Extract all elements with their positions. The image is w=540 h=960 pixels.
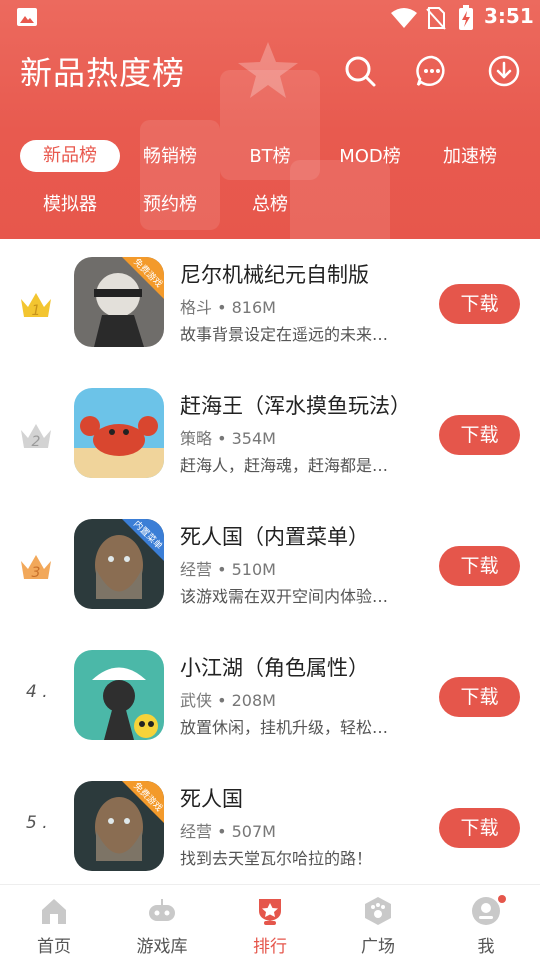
header: 3:51 新品热度榜 新品榜 畅销榜 BT榜 MOD榜 加速榜 模拟器 预约榜 … [0, 0, 540, 239]
status-bar: 3:51 [0, 0, 540, 36]
tab-reservation[interactable]: 预约榜 [130, 189, 210, 221]
list-item[interactable]: 2 赶海王（浑水摸鱼玩法） 策略 • 354M 赶海人，赶海魂，赶海都是… 下载 [0, 370, 540, 501]
app-meta: 经营 • 507M [180, 822, 276, 841]
star-decor-icon [238, 42, 298, 98]
app-title: 死人国 [180, 787, 243, 811]
nav-label: 广场 [361, 937, 395, 957]
app-icon[interactable]: 免费游戏 [74, 257, 164, 347]
plaza-icon [365, 897, 391, 925]
message-icon[interactable] [415, 54, 449, 88]
app-icon[interactable]: 内置菜单 [74, 519, 164, 609]
tab-overall[interactable]: 总榜 [235, 189, 305, 221]
list-item[interactable]: 1 免费游戏 尼尔机械纪元自制版 格斗 • 816M 故事背景设定在遥远的未来…… [0, 239, 540, 370]
app-title: 小江湖（角色属性） [180, 656, 369, 680]
tab-bestseller[interactable]: 畅销榜 [130, 141, 210, 173]
no-sim-icon [426, 7, 446, 30]
app-icon[interactable]: 免费游戏 [74, 781, 164, 871]
notification-dot [498, 895, 506, 903]
tab-speedup[interactable]: 加速榜 [430, 141, 510, 173]
app-title: 死人国（内置菜单） [180, 525, 369, 549]
list-item[interactable]: 4 . 小江湖（角色属性） 武侠 • 208M 放置休闲，挂机升级，轻松… 下载 [0, 632, 540, 763]
nav-label: 游戏库 [136, 937, 188, 957]
app-desc: 故事背景设定在遥远的未来… [180, 325, 389, 344]
search-icon[interactable] [343, 54, 377, 88]
app-desc: 找到去天堂瓦尔哈拉的路！ [180, 849, 373, 868]
nav-label: 我 [477, 937, 495, 957]
nav-home[interactable]: 首页 [0, 885, 108, 960]
app-meta: 经营 • 510M [180, 560, 276, 579]
gold-crown-icon: 1 [21, 293, 51, 319]
tab-bt[interactable]: BT榜 [235, 141, 305, 173]
app-desc: 赶海人，赶海魂，赶海都是… [180, 456, 389, 475]
nav-label: 排行 [253, 937, 287, 957]
download-icon[interactable] [487, 54, 521, 88]
app-meta: 格斗 • 816M [180, 298, 276, 317]
download-button[interactable]: 下载 [439, 677, 520, 717]
app-title: 赶海王（浑水摸鱼玩法） [180, 394, 411, 418]
nav-label: 首页 [37, 937, 71, 957]
home-icon [42, 899, 66, 924]
app-icon[interactable] [74, 650, 164, 740]
list-item[interactable]: 3 内置菜单 死人国（内置菜单） 经营 • 510M 该游戏需在双开空间内体验…… [0, 501, 540, 632]
battery-charging-icon [459, 5, 473, 30]
gamepad-icon [149, 899, 175, 921]
app-meta: 策略 • 354M [180, 429, 276, 448]
nav-ranking[interactable]: 排行 [216, 885, 324, 960]
page-title: 新品热度榜 [20, 54, 186, 92]
app-meta: 武侠 • 208M [180, 691, 276, 710]
download-button[interactable]: 下载 [439, 546, 520, 586]
status-time: 3:51 [484, 4, 534, 28]
nav-plaza[interactable]: 广场 [324, 885, 432, 960]
image-icon [17, 8, 37, 26]
svg-text:2: 2 [32, 434, 41, 450]
bronze-crown-icon: 3 [21, 555, 51, 581]
svg-text:1: 1 [32, 303, 41, 319]
download-button[interactable]: 下载 [439, 415, 520, 455]
wifi-icon [391, 8, 417, 28]
tab-emulator[interactable]: 模拟器 [30, 189, 110, 221]
nav-game-library[interactable]: 游戏库 [108, 885, 216, 960]
ranking-icon [259, 899, 281, 925]
bottom-nav: 首页 游戏库 排行 广场 我 [0, 884, 540, 960]
app-desc: 放置休闲，挂机升级，轻松… [180, 718, 389, 737]
svg-text:3: 3 [32, 565, 41, 581]
app-desc: 该游戏需在双开空间内体验… [180, 587, 389, 606]
silver-crown-icon: 2 [21, 424, 51, 450]
app-icon[interactable] [74, 388, 164, 478]
tab-mod[interactable]: MOD榜 [330, 141, 410, 173]
nav-me[interactable]: 我 [432, 885, 540, 960]
list-item[interactable]: 5 . 免费游戏 死人国 经营 • 507M 找到去天堂瓦尔哈拉的路！ 下载 [0, 763, 540, 894]
tab-new[interactable]: 新品榜 [20, 140, 120, 172]
download-button[interactable]: 下载 [439, 284, 520, 324]
rank-number: 5 . [26, 813, 48, 833]
app-title: 尼尔机械纪元自制版 [180, 263, 369, 287]
rank-number: 4 . [26, 682, 48, 702]
download-button[interactable]: 下载 [439, 808, 520, 848]
